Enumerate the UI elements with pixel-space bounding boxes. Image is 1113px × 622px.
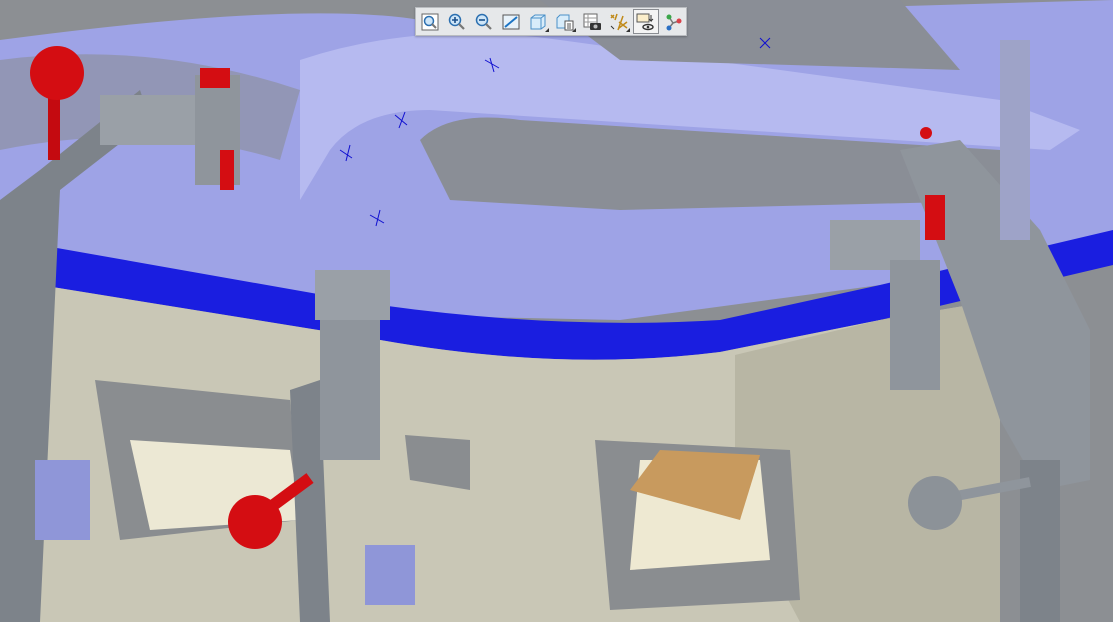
red-handle-ball: [228, 495, 282, 549]
zoom-out-button[interactable]: [471, 9, 497, 34]
3d-model-viewport[interactable]: [0, 0, 1113, 622]
annotation-display-button[interactable]: [633, 9, 659, 34]
red-handle-stem: [48, 90, 60, 160]
zoom-fit-icon: [421, 13, 439, 30]
spin-center-icon: [666, 14, 682, 30]
refit-button[interactable]: [417, 9, 443, 34]
view-manager-camera-icon: [583, 13, 601, 30]
repaint-button[interactable]: [498, 9, 524, 34]
red-handle-ball: [30, 46, 84, 100]
spin-center-button[interactable]: [660, 9, 686, 34]
gray-handle-ball: [908, 476, 962, 530]
view-manager-button[interactable]: [579, 9, 605, 34]
datum-display-button[interactable]: [606, 9, 632, 34]
annotation-display-icon: [636, 13, 654, 30]
saved-orientations-button[interactable]: [552, 9, 578, 34]
zoom-in-button[interactable]: [444, 9, 470, 34]
display-style-button[interactable]: [525, 9, 551, 34]
zoom-out-icon: [475, 13, 492, 30]
zoom-in-icon: [448, 13, 465, 30]
repaint-icon: [502, 14, 520, 29]
view-toolbar: [415, 7, 687, 36]
